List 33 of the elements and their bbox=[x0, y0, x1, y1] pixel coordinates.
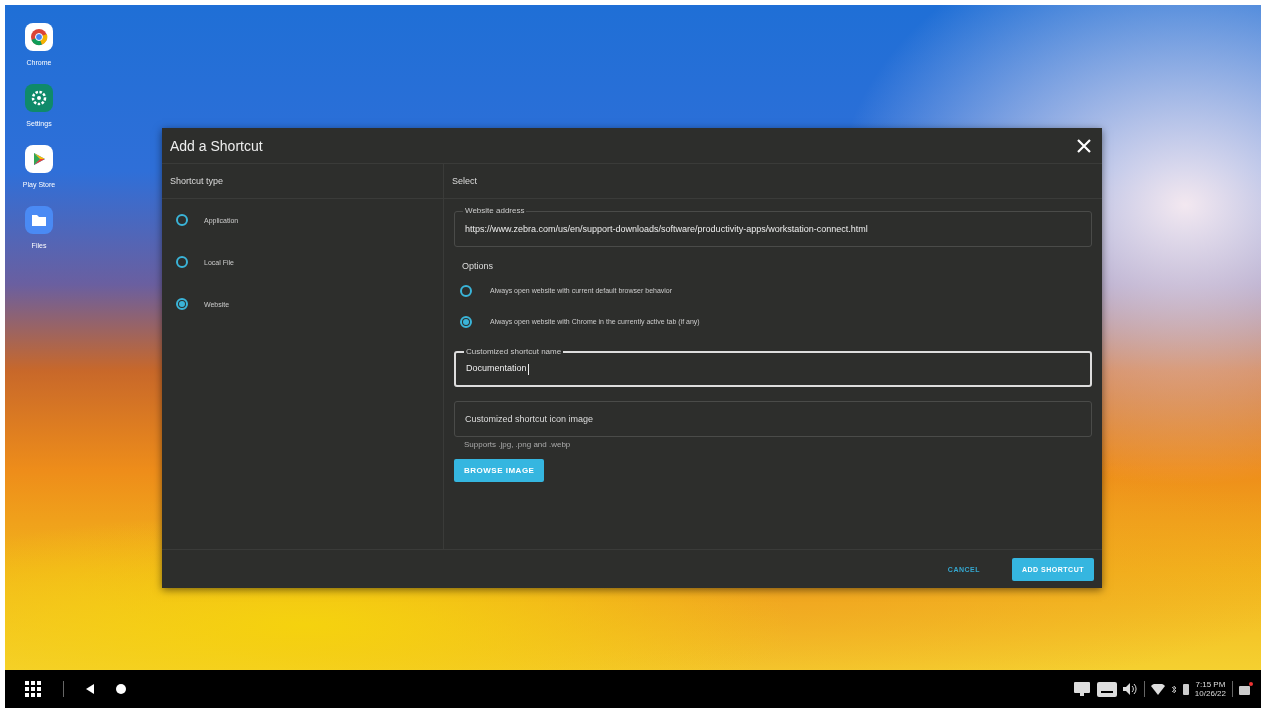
app-icon[interactable] bbox=[25, 145, 53, 173]
icon-image-field[interactable]: Customized shortcut icon image bbox=[454, 401, 1092, 437]
dialog-title: Add a Shortcut bbox=[170, 137, 263, 154]
bluetooth-icon[interactable] bbox=[1170, 683, 1177, 695]
radio-button[interactable] bbox=[176, 298, 188, 310]
speaker-icon[interactable] bbox=[1122, 683, 1138, 695]
back-icon[interactable] bbox=[86, 684, 94, 694]
home-icon[interactable] bbox=[116, 684, 126, 694]
field-value: https://www.zebra.com/us/en/support-downloads/software/productivity-apps/workstation-connect.html bbox=[465, 224, 868, 234]
app-icon[interactable] bbox=[25, 23, 53, 51]
keyboard-icon[interactable] bbox=[1096, 681, 1117, 697]
notification-icon[interactable] bbox=[1239, 682, 1253, 696]
monitor-icon[interactable] bbox=[1072, 681, 1091, 697]
app-icon[interactable] bbox=[25, 206, 53, 234]
wifi-icon[interactable] bbox=[1150, 683, 1165, 695]
radio-button[interactable] bbox=[176, 214, 188, 226]
field-label: Website address bbox=[463, 206, 527, 216]
field-hint: Supports .jpg, .png and .webp bbox=[464, 440, 572, 449]
radio-button[interactable] bbox=[176, 256, 188, 268]
battery-icon[interactable] bbox=[1182, 683, 1189, 695]
close-button[interactable] bbox=[1076, 137, 1092, 154]
radio-button[interactable] bbox=[460, 315, 472, 328]
field-label: Customized shortcut name bbox=[464, 347, 564, 357]
section-heading: Select bbox=[444, 164, 1102, 199]
close-icon bbox=[1076, 137, 1092, 154]
section-heading: Shortcut type bbox=[162, 164, 443, 199]
clock-date: 10/26/22 bbox=[1194, 689, 1226, 698]
options-heading: Options bbox=[462, 261, 495, 271]
field-value: Documentation bbox=[466, 363, 529, 375]
app-icon[interactable] bbox=[25, 84, 53, 112]
app-grid-icon[interactable] bbox=[25, 681, 41, 697]
radio-button[interactable] bbox=[460, 284, 472, 297]
clock-time: 7:15 PM bbox=[1195, 680, 1226, 689]
